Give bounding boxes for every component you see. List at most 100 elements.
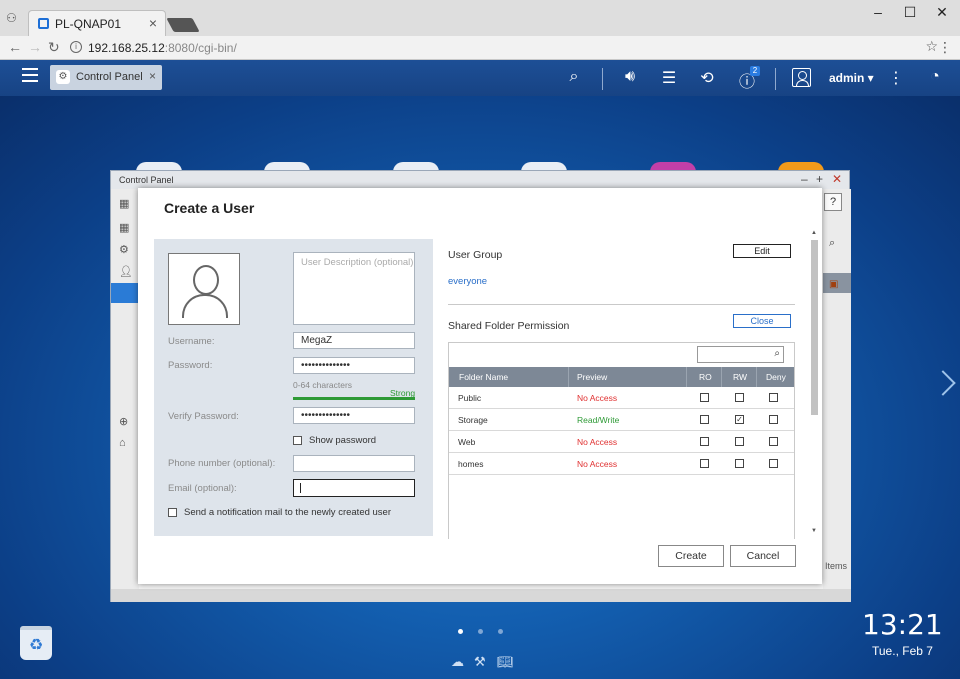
- deny-checkbox[interactable]: [769, 459, 778, 468]
- close-permission-button[interactable]: Close: [733, 314, 791, 328]
- password-label: Password:: [168, 360, 213, 371]
- cloud-icon[interactable]: ☁: [451, 654, 464, 670]
- close-app-tab-icon[interactable]: ×: [149, 69, 156, 83]
- sidebar-selected-item[interactable]: [111, 283, 139, 303]
- show-password-checkbox[interactable]: [293, 436, 302, 445]
- browser-tab[interactable]: PL-QNAP01 ×: [28, 10, 166, 36]
- folder-preview: No Access: [577, 393, 618, 403]
- maximize-icon[interactable]: ☐: [900, 4, 920, 21]
- reload-icon[interactable]: ↻: [48, 39, 60, 56]
- main-menu-icon[interactable]: [22, 68, 38, 82]
- gear-icon[interactable]: ⚙: [119, 243, 129, 256]
- bookmark-star-icon[interactable]: ☆: [925, 38, 938, 55]
- password-input[interactable]: ••••••••••••••: [293, 357, 415, 374]
- overview-icon[interactable]: ▦: [119, 197, 129, 210]
- deny-checkbox[interactable]: [769, 393, 778, 402]
- deny-checkbox[interactable]: [769, 415, 778, 424]
- volume-icon[interactable]: 🔊︎: [619, 68, 641, 86]
- rw-checkbox[interactable]: [735, 437, 744, 446]
- background-tasks-icon[interactable]: ☰: [658, 68, 680, 88]
- maximize-icon[interactable]: +: [816, 172, 823, 186]
- user-group-value[interactable]: everyone: [448, 276, 487, 287]
- rw-checkbox[interactable]: [735, 459, 744, 468]
- notify-mail-checkbox[interactable]: [168, 508, 177, 517]
- scroll-up-icon[interactable]: ▲: [811, 230, 817, 236]
- control-panel-footer: [111, 589, 851, 602]
- scrollbar-thumb[interactable]: [811, 240, 818, 415]
- verify-password-label: Verify Password:: [168, 411, 239, 422]
- next-page-arrow-icon[interactable]: [934, 370, 952, 398]
- user-avatar-icon[interactable]: [792, 68, 811, 87]
- scroll-down-icon[interactable]: ▼: [811, 528, 817, 534]
- rw-checkbox[interactable]: [735, 393, 744, 402]
- browser-menu-icon[interactable]: ⋮: [938, 39, 952, 56]
- tools-icon[interactable]: ⚒: [474, 654, 486, 670]
- dashboard-gauge-icon[interactable]: ◔: [924, 68, 946, 86]
- clock-date: Tue., Feb 7: [872, 644, 933, 658]
- user-info-panel: User Description (optional) Username: Me…: [154, 239, 433, 536]
- column-header-deny[interactable]: Deny: [766, 372, 786, 382]
- help-button[interactable]: ?: [824, 193, 842, 211]
- book-icon[interactable]: 📖︎: [497, 654, 514, 670]
- email-input[interactable]: [293, 479, 415, 497]
- search-icon[interactable]: ⌕: [829, 237, 835, 250]
- page-dot[interactable]: [458, 629, 463, 634]
- folder-search-input[interactable]: ⌕: [697, 346, 784, 363]
- forward-arrow-icon[interactable]: →: [28, 39, 42, 55]
- new-tab-button[interactable]: [166, 18, 200, 32]
- external-device-icon[interactable]: ⟲: [696, 68, 718, 88]
- more-options-icon[interactable]: ⋮: [885, 68, 907, 88]
- control-panel-sidebar: ▦ ▦ ⚙ 👤︎ ⊕ ⌂: [111, 189, 139, 601]
- back-arrow-icon[interactable]: ←: [8, 39, 22, 55]
- search-icon[interactable]: ⌕: [774, 348, 780, 359]
- minimize-icon[interactable]: –: [801, 172, 808, 186]
- grid-icon[interactable]: ▦: [119, 221, 129, 234]
- user-description-field[interactable]: User Description (optional): [293, 252, 415, 325]
- user-menu[interactable]: admin ▾: [829, 71, 874, 85]
- recycle-bin-icon[interactable]: ♻: [20, 626, 52, 660]
- verify-password-input[interactable]: ••••••••••••••: [293, 407, 415, 424]
- username-input[interactable]: MegaZ: [293, 332, 415, 349]
- table-header: Folder Name Preview RO RW Deny: [449, 367, 794, 387]
- cancel-button[interactable]: Cancel: [730, 545, 796, 567]
- dialog-title: Create a User: [164, 200, 255, 216]
- page-dot[interactable]: [498, 629, 503, 634]
- phone-input[interactable]: [293, 455, 415, 472]
- window-close-icon[interactable]: ✕: [932, 4, 952, 21]
- item-icon: ▣: [829, 279, 839, 290]
- edit-group-button[interactable]: Edit: [733, 244, 791, 258]
- ro-checkbox[interactable]: [700, 437, 709, 446]
- network-icon[interactable]: ⊕: [119, 415, 128, 428]
- incognito-icon: ⚇: [6, 11, 17, 25]
- control-panel-title: Control Panel: [119, 175, 174, 185]
- control-panel-app-tab[interactable]: ⚙ Control Panel ×: [50, 65, 162, 90]
- folder-preview: No Access: [577, 459, 618, 469]
- user-photo-placeholder-icon[interactable]: [168, 253, 240, 325]
- create-button[interactable]: Create: [658, 545, 724, 567]
- table-row: homes No Access: [449, 453, 794, 475]
- username-label: Username:: [168, 336, 215, 347]
- show-password-label: Show password: [309, 435, 377, 446]
- items-label: Items: [825, 561, 848, 571]
- column-header-ro[interactable]: RO: [699, 372, 712, 382]
- ro-checkbox[interactable]: [700, 415, 709, 424]
- toolbar-divider: [602, 68, 603, 90]
- deny-checkbox[interactable]: [769, 437, 778, 446]
- qts-top-bar: ⚙ Control Panel × ⌕ 🔊︎ ☰ ⟲ ⓘ 2 admin ▾ ⋮…: [0, 60, 960, 96]
- notify-mail-label: Send a notification mail to the newly cr…: [184, 507, 392, 518]
- minimize-icon[interactable]: –: [868, 4, 888, 20]
- column-header-rw[interactable]: RW: [733, 372, 747, 382]
- url-field[interactable]: i 192.168.25.12:8080/cgi-bin/: [70, 38, 910, 57]
- rw-checkbox[interactable]: ✓: [735, 415, 744, 424]
- dialog-scrollbar[interactable]: ▲ ▼: [811, 230, 818, 536]
- column-header-preview: Preview: [577, 372, 608, 382]
- close-icon[interactable]: ✕: [832, 172, 842, 186]
- storage-icon[interactable]: ⌂: [119, 437, 126, 449]
- info-icon[interactable]: i: [70, 41, 82, 53]
- user-icon[interactable]: 👤︎: [119, 265, 133, 278]
- search-icon[interactable]: ⌕: [563, 68, 585, 86]
- page-dot[interactable]: [478, 629, 483, 634]
- ro-checkbox[interactable]: [700, 459, 709, 468]
- ro-checkbox[interactable]: [700, 393, 709, 402]
- tab-close-icon[interactable]: ×: [149, 15, 157, 31]
